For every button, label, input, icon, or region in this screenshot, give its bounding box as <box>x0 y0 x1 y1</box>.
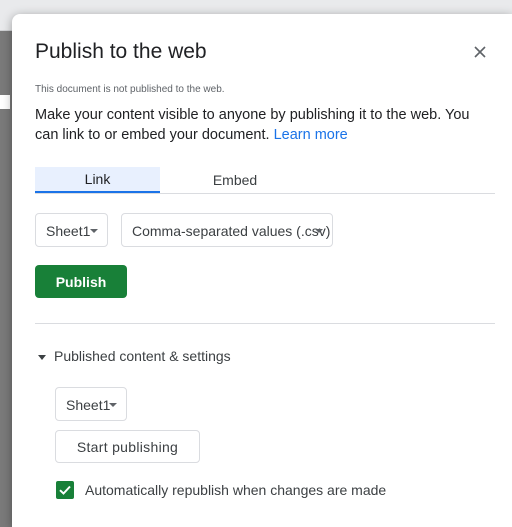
triangle-down-icon <box>38 354 46 360</box>
settings-sheet-select[interactable]: Sheet1 <box>55 387 127 421</box>
dialog-description: Make your content visible to anyone by p… <box>35 105 495 145</box>
publish-button[interactable]: Publish <box>35 265 127 298</box>
checkmark-icon <box>59 485 71 495</box>
publish-tabs: Link Embed <box>35 167 495 194</box>
dropdown-caret-icon <box>90 229 98 233</box>
publish-status-note: This document is not published to the we… <box>35 84 225 95</box>
tab-link[interactable]: Link <box>35 167 160 193</box>
section-divider <box>35 323 495 324</box>
sheet-select[interactable]: Sheet1 <box>35 213 108 247</box>
start-publishing-button[interactable]: Start publishing <box>55 430 200 463</box>
sheet-select-value: Sheet1 <box>46 223 91 239</box>
auto-republish-label: Automatically republish when changes are… <box>85 482 387 498</box>
publish-dialog: Publish to the web This document is not … <box>12 14 512 527</box>
settings-sheet-select-value: Sheet1 <box>66 397 111 413</box>
description-text: Make your content visible to anyone by p… <box>35 107 470 143</box>
format-select[interactable]: Comma-separated values (.csv) <box>121 213 333 247</box>
published-content-expander[interactable]: Published content & settings <box>38 348 231 364</box>
dropdown-caret-icon <box>109 403 117 407</box>
tab-embed[interactable]: Embed <box>160 167 310 193</box>
dialog-title: Publish to the web <box>35 40 207 63</box>
auto-republish-checkbox[interactable] <box>56 481 74 499</box>
expander-label: Published content & settings <box>54 348 231 364</box>
format-select-value: Comma-separated values (.csv) <box>132 223 331 239</box>
dropdown-caret-icon <box>315 229 323 233</box>
learn-more-link[interactable]: Learn more <box>274 127 348 143</box>
background-sheet-fragment <box>0 95 10 109</box>
close-icon[interactable] <box>470 42 490 62</box>
